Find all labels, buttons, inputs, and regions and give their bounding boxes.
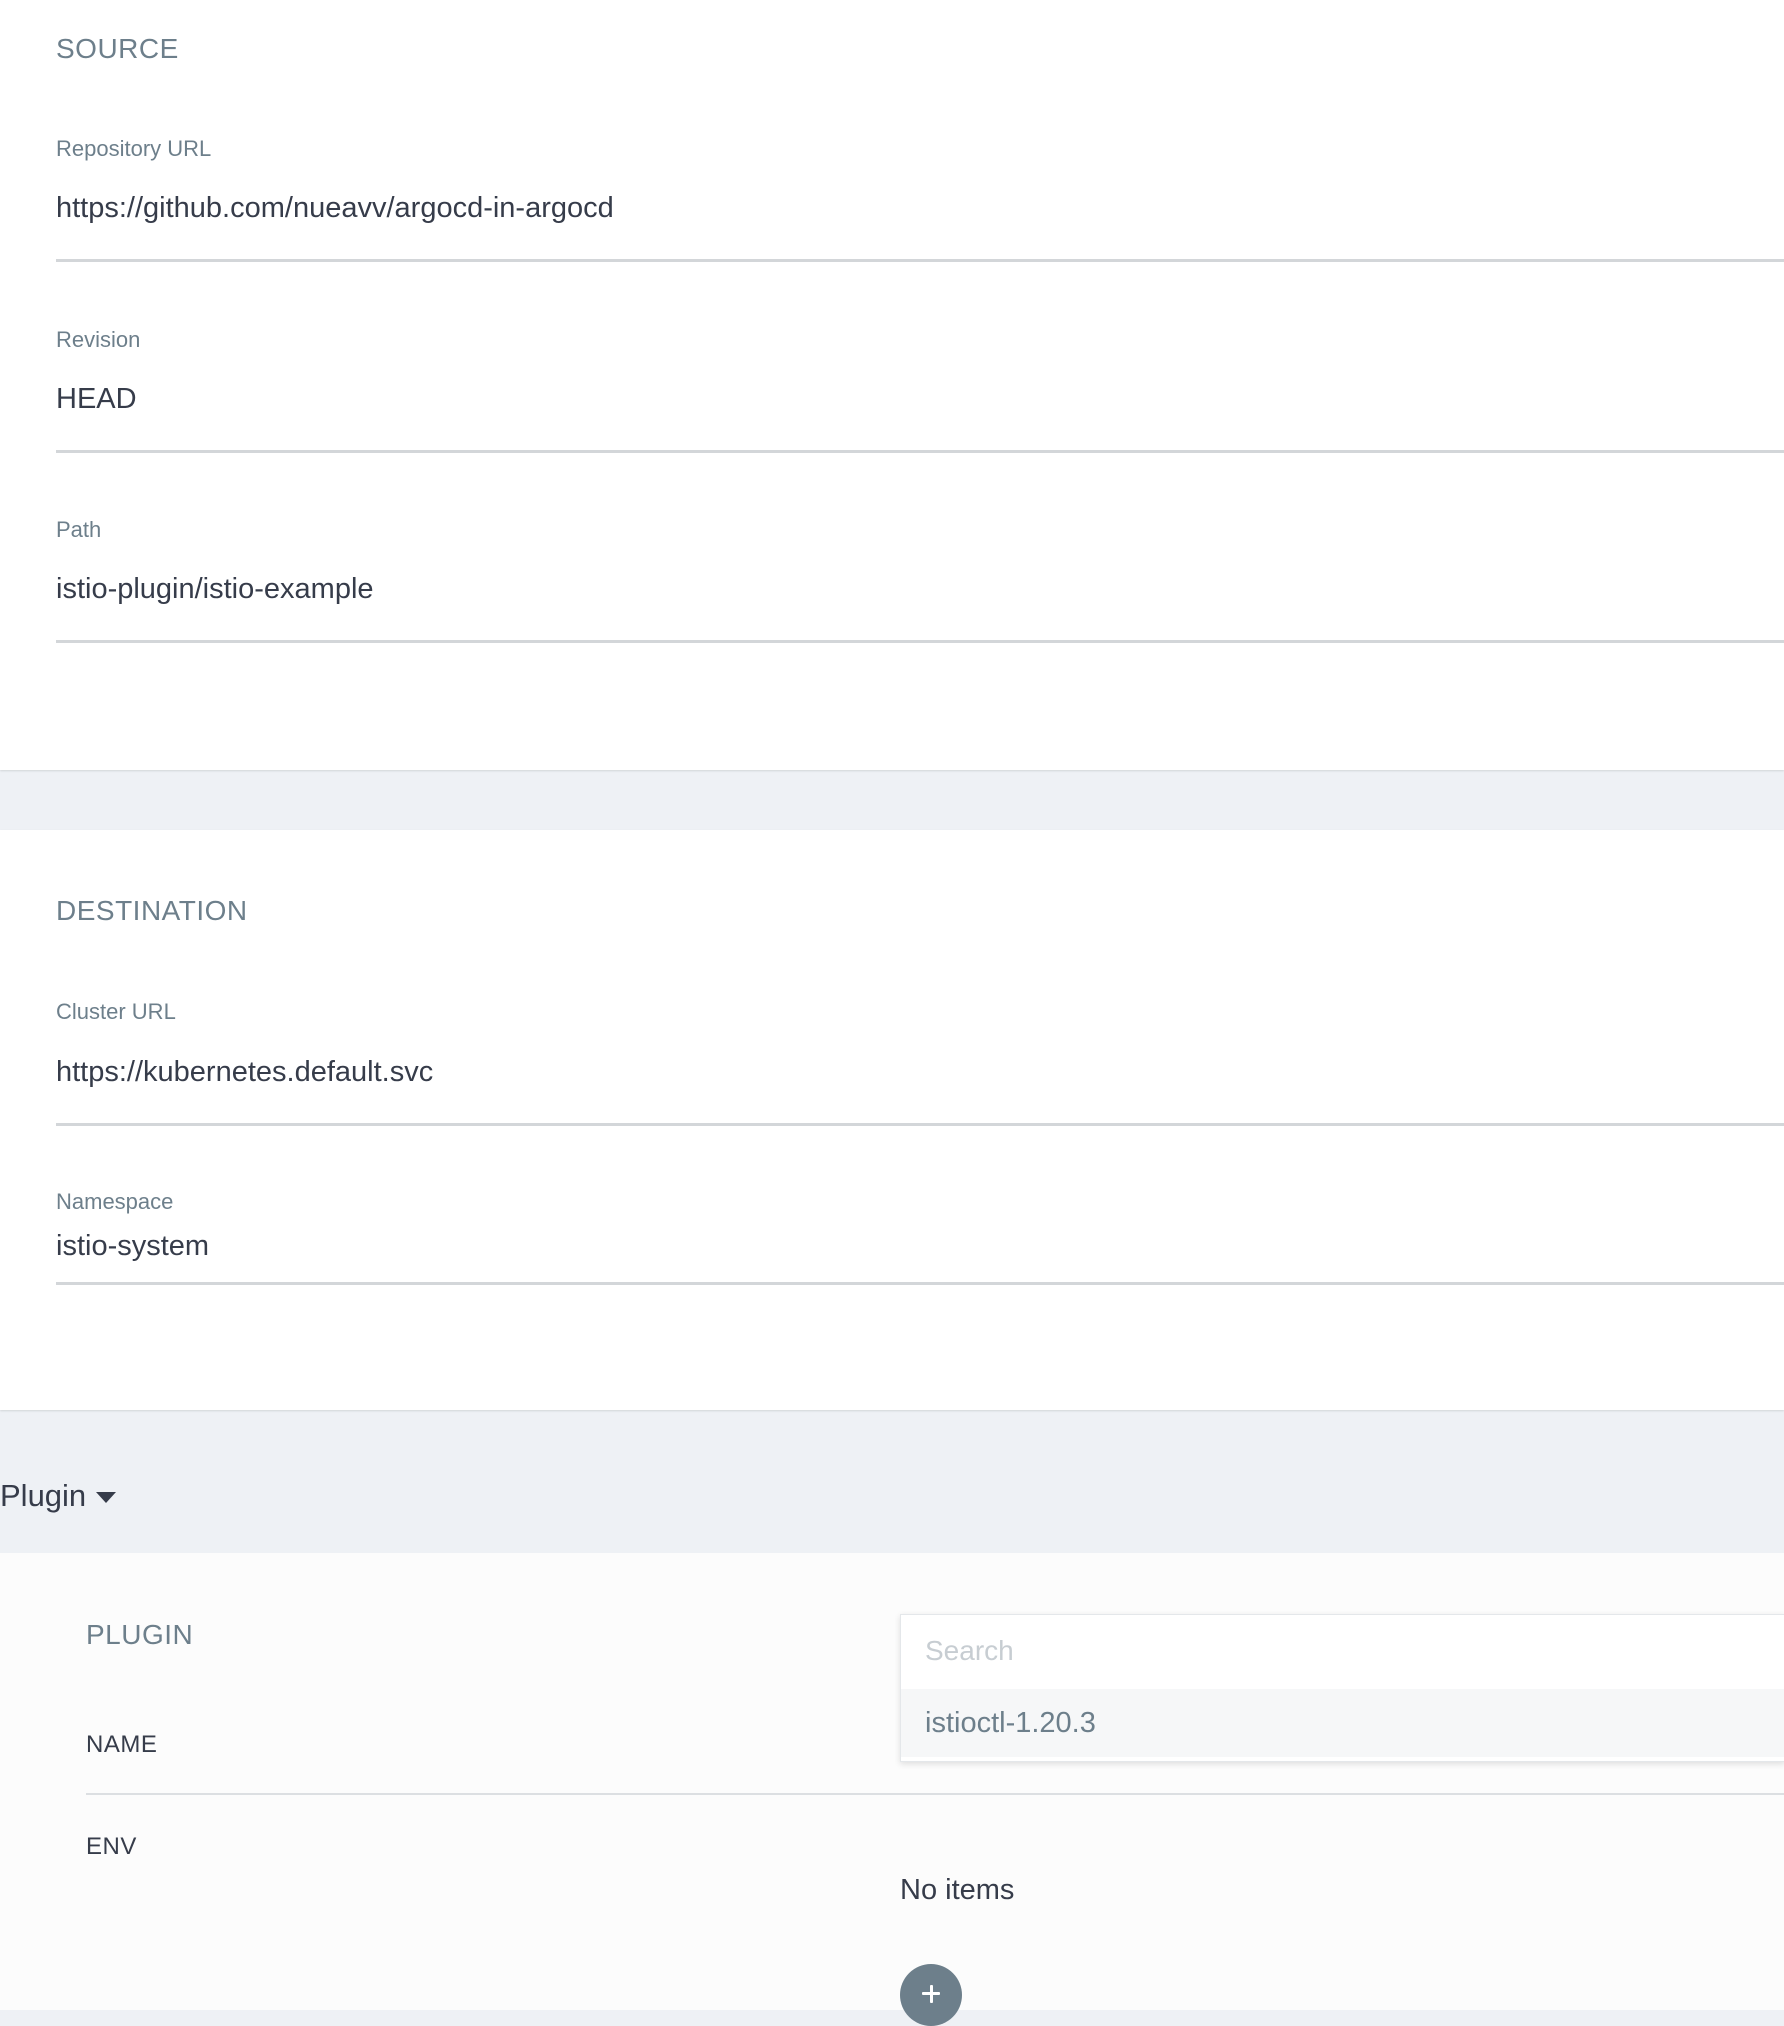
plugin-option-label: istioctl-1.20.3: [925, 1706, 1096, 1739]
namespace-value[interactable]: istio-system: [56, 1230, 209, 1263]
plus-icon: [900, 1964, 962, 2026]
destination-section-title: DESTINATION: [56, 895, 248, 926]
source-section-title: SOURCE: [56, 33, 179, 64]
plugin-search-input[interactable]: [901, 1615, 1784, 1687]
revision-value[interactable]: HEAD: [56, 383, 137, 416]
destination-panel: DESTINATION Cluster URL https://kubernet…: [0, 830, 1784, 1410]
add-env-button[interactable]: [900, 1964, 962, 2026]
cluster-url-underline: [56, 1123, 1784, 1126]
plugin-option[interactable]: istioctl-1.20.3: [901, 1689, 1784, 1757]
caret-down-icon: [96, 1491, 117, 1503]
cluster-url-label: Cluster URL: [56, 999, 176, 1024]
plugin-toggle-label: Plugin: [0, 1478, 87, 1513]
plugin-env-label: ENV: [86, 1833, 137, 1860]
path-underline: [56, 640, 1784, 643]
plugin-section-title: PLUGIN: [86, 1619, 194, 1650]
repository-url-value[interactable]: https://github.com/nueavv/argocd-in-argo…: [56, 192, 614, 225]
repository-url-label: Repository URL: [56, 136, 212, 161]
row-divider: [86, 1793, 1784, 1795]
namespace-label: Namespace: [56, 1189, 174, 1214]
plugin-toggle[interactable]: Plugin: [0, 1474, 117, 1518]
plugin-name-label: NAME: [86, 1731, 158, 1758]
env-empty-text: No items: [900, 1874, 1015, 1906]
repository-url-underline: [56, 259, 1784, 262]
path-label: Path: [56, 517, 102, 542]
revision-label: Revision: [56, 327, 141, 352]
path-value[interactable]: istio-plugin/istio-example: [56, 573, 374, 606]
cluster-url-value[interactable]: https://kubernetes.default.svc: [56, 1056, 433, 1089]
revision-underline: [56, 450, 1784, 453]
source-panel: SOURCE Repository URL https://github.com…: [0, 0, 1784, 770]
namespace-underline: [56, 1282, 1784, 1285]
plugin-name-dropdown[interactable]: istioctl-1.20.3: [900, 1614, 1784, 1762]
